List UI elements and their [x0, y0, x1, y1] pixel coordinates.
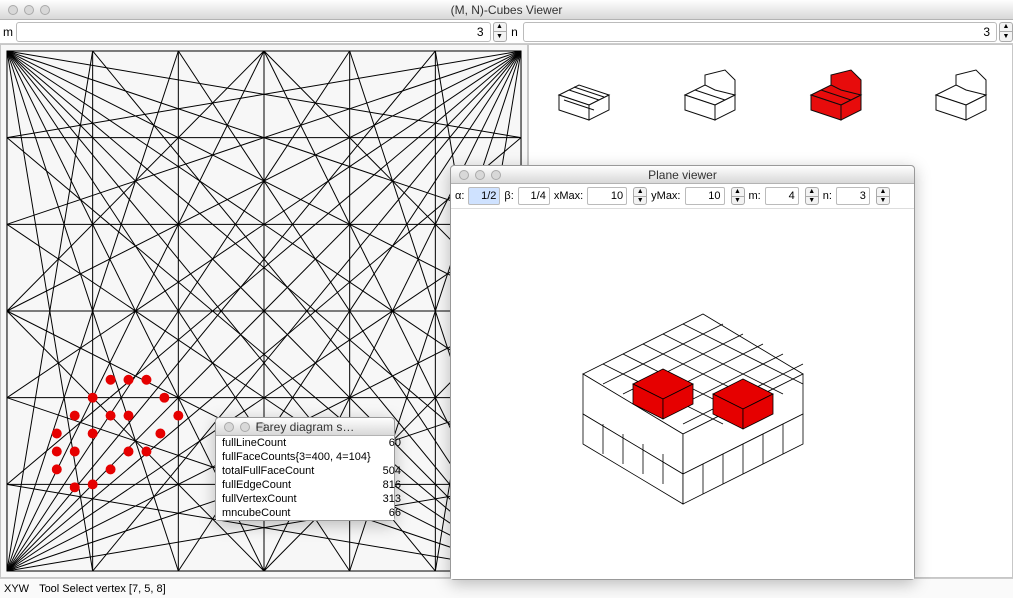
plane-viewer-isocube	[513, 264, 853, 524]
cube-thumb-2[interactable]	[675, 65, 741, 125]
xmax-stepper[interactable]: ▲ ▼	[633, 187, 647, 205]
alpha-input[interactable]	[468, 187, 500, 205]
close-icon[interactable]	[459, 170, 469, 180]
table-row: totalFullFaceCount504	[216, 464, 407, 478]
minimize-icon[interactable]	[475, 170, 485, 180]
step-down-icon[interactable]: ▼	[633, 196, 647, 206]
table-row: mncubeCount66	[216, 506, 407, 520]
cube-gallery-row	[549, 65, 992, 125]
n-label: n:	[823, 190, 832, 202]
step-down-icon[interactable]: ▼	[876, 196, 890, 206]
status-xyw: XYW	[4, 583, 29, 595]
n-input[interactable]	[523, 22, 998, 42]
ymax-label: yMax:	[651, 190, 680, 202]
minimize-icon[interactable]	[24, 5, 34, 15]
zoom-icon[interactable]	[256, 422, 266, 432]
minimize-icon[interactable]	[240, 422, 250, 432]
plane-viewer-canvas[interactable]	[451, 209, 914, 579]
cube-thumb-3-selected[interactable]	[801, 65, 867, 125]
close-icon[interactable]	[224, 422, 234, 432]
ymax-input[interactable]	[685, 187, 725, 205]
table-row: fullFaceCounts{3=400, 4=104}	[216, 450, 407, 464]
cube-thumb-1[interactable]	[549, 65, 615, 125]
m-stepper[interactable]: ▲ ▼	[493, 22, 507, 42]
table-row: fullLineCount60	[216, 436, 407, 450]
beta-input[interactable]	[518, 187, 550, 205]
m-step-down[interactable]: ▼	[493, 31, 507, 42]
zoom-icon[interactable]	[491, 170, 501, 180]
n-stepper[interactable]: ▲ ▼	[999, 22, 1013, 42]
alpha-label: α:	[455, 190, 464, 202]
farey-stats-titlebar[interactable]: Farey diagram s…	[216, 418, 394, 436]
step-up-icon[interactable]: ▲	[633, 187, 647, 196]
plane-viewer-titlebar[interactable]: Plane viewer	[451, 166, 914, 184]
zoom-icon[interactable]	[40, 5, 50, 15]
step-up-icon[interactable]: ▲	[805, 187, 819, 196]
farey-stats-table: fullLineCount60 fullFaceCounts{3=400, 4=…	[216, 436, 407, 520]
step-down-icon[interactable]: ▼	[731, 196, 745, 206]
m-stepper[interactable]: ▲ ▼	[805, 187, 819, 205]
n-step-up[interactable]: ▲	[999, 22, 1013, 32]
table-row: fullEdgeCount816	[216, 478, 407, 492]
farey-stats-panel[interactable]: Farey diagram s… fullLineCount60 fullFac…	[215, 417, 395, 521]
cube-thumb-4[interactable]	[926, 65, 992, 125]
plane-viewer-title: Plane viewer	[451, 168, 914, 182]
close-icon[interactable]	[8, 5, 18, 15]
beta-label: β:	[504, 190, 513, 202]
n-stepper[interactable]: ▲ ▼	[876, 187, 890, 205]
plane-viewer-panel[interactable]: Plane viewer α: β: xMax: ▲ ▼ yMax: ▲ ▼ m…	[450, 165, 915, 580]
window-controls[interactable]	[8, 5, 50, 15]
n-step-down[interactable]: ▼	[999, 31, 1013, 42]
n-label: n	[507, 25, 523, 39]
table-row: fullVertexCount313	[216, 492, 407, 506]
m-label: m	[0, 25, 16, 39]
m-input[interactable]	[16, 22, 491, 42]
m-input[interactable]	[765, 187, 799, 205]
n-input[interactable]	[836, 187, 870, 205]
plane-viewer-toolbar: α: β: xMax: ▲ ▼ yMax: ▲ ▼ m: ▲ ▼ n: ▲ ▼	[451, 184, 914, 209]
ymax-stepper[interactable]: ▲ ▼	[731, 187, 745, 205]
m-step-up[interactable]: ▲	[493, 22, 507, 32]
step-up-icon[interactable]: ▲	[731, 187, 745, 196]
xmax-label: xMax:	[554, 190, 583, 202]
status-tool: Tool Select vertex [7, 5, 8]	[39, 583, 166, 595]
xmax-input[interactable]	[587, 187, 627, 205]
status-bar: XYW Tool Select vertex [7, 5, 8]	[0, 578, 1013, 598]
main-window-title: (M, N)-Cubes Viewer	[0, 3, 1013, 17]
param-toolbar: m ▲ ▼ n ▲ ▼	[0, 20, 1013, 44]
main-window-titlebar: (M, N)-Cubes Viewer	[0, 0, 1013, 20]
step-up-icon[interactable]: ▲	[876, 187, 890, 196]
step-down-icon[interactable]: ▼	[805, 196, 819, 206]
m-label: m:	[749, 190, 761, 202]
